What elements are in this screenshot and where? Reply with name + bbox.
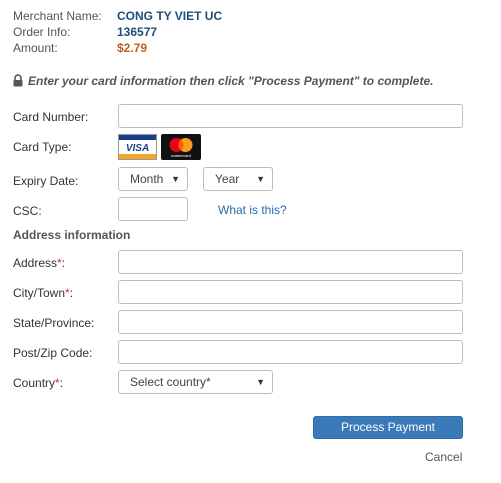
- order-info-label: Order Info:: [13, 25, 71, 39]
- address-label: Address*:: [13, 256, 66, 270]
- card-number-label: Card Number:: [13, 110, 89, 124]
- chevron-down-icon: ▼: [256, 174, 265, 184]
- city-label: City/Town*:: [13, 286, 74, 300]
- csc-input[interactable]: [118, 197, 188, 221]
- order-info-value: 136577: [117, 25, 158, 39]
- address-input[interactable]: [118, 250, 463, 274]
- amount-value: $2.79: [117, 41, 148, 55]
- mastercard-logo: mastercard: [161, 134, 201, 160]
- merchant-name-value: CONG TY VIET UC: [117, 9, 223, 23]
- cancel-link[interactable]: Cancel: [425, 450, 462, 464]
- expiry-month-value: Month: [130, 172, 164, 186]
- expiry-year-select[interactable]: Year ▼: [203, 167, 273, 191]
- card-number-input[interactable]: [118, 104, 463, 128]
- lock-icon: [12, 74, 24, 87]
- state-input[interactable]: [118, 310, 463, 334]
- visa-text: VISA: [126, 143, 149, 154]
- amount-label: Amount:: [13, 41, 58, 55]
- merchant-name-label: Merchant Name:: [13, 9, 102, 23]
- expiry-year-value: Year: [215, 172, 240, 186]
- card-type-label: Card Type:: [13, 140, 72, 154]
- expiry-date-label: Expiry Date:: [13, 174, 79, 188]
- what-is-this-link[interactable]: What is this?: [218, 203, 287, 217]
- chevron-down-icon: ▼: [256, 377, 265, 387]
- country-select[interactable]: Select country* ▼: [118, 370, 273, 394]
- zip-input[interactable]: [118, 340, 463, 364]
- mastercard-text: mastercard: [171, 153, 191, 158]
- expiry-month-select[interactable]: Month ▼: [118, 167, 188, 191]
- csc-label: CSC:: [13, 204, 42, 218]
- address-section-title: Address information: [13, 228, 131, 242]
- visa-logo: VISA: [118, 134, 157, 160]
- process-payment-button[interactable]: Process Payment: [313, 416, 463, 439]
- zip-label: Post/Zip Code:: [13, 346, 93, 360]
- city-input[interactable]: [118, 280, 463, 304]
- state-label: State/Province:: [13, 316, 95, 330]
- chevron-down-icon: ▼: [171, 174, 180, 184]
- country-label: Country*:: [13, 376, 64, 390]
- instruction-text: Enter your card information then click "…: [28, 74, 434, 88]
- country-select-value: Select country*: [130, 375, 211, 389]
